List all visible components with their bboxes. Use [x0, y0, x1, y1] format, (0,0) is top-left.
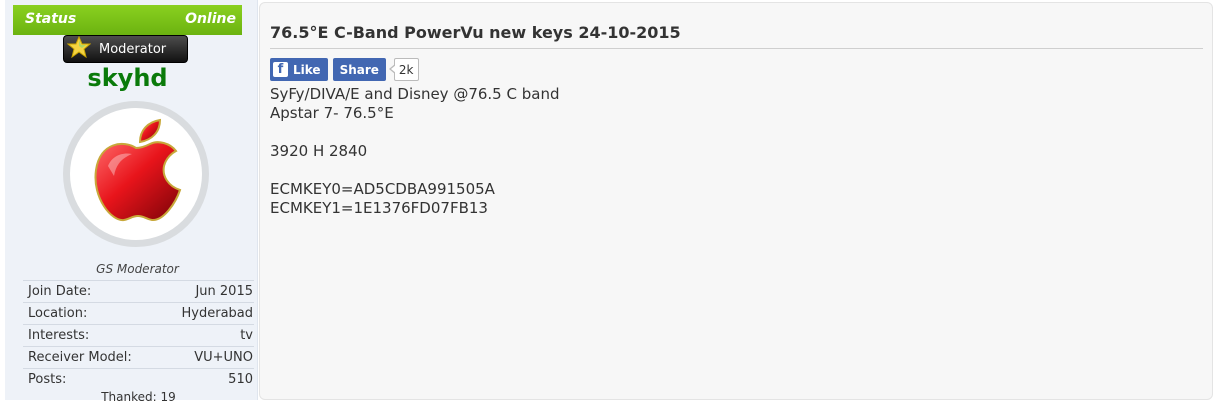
info-value: VU+UNO — [194, 350, 253, 365]
star-icon — [66, 35, 92, 62]
info-row-interests: Interests: tv — [23, 324, 254, 346]
facebook-icon: f — [273, 62, 288, 77]
post-line — [270, 161, 559, 180]
info-row-posts: Posts: 510 — [23, 368, 254, 390]
post-line: ECMKEY1=1E1376FD07FB13 — [270, 199, 488, 217]
status-bar: Status Online — [13, 5, 242, 35]
post-line: ECMKEY0=AD5CDBA991505A — [270, 180, 495, 198]
info-value: Jun 2015 — [195, 284, 253, 299]
post-line: SyFy/DIVA/E and Disney @76.5 C band — [270, 85, 560, 103]
info-label: Receiver Model: — [28, 350, 132, 365]
share-count: 2k — [398, 62, 414, 77]
user-info-list: Join Date: Jun 2015 Location: Hyderabad … — [23, 280, 254, 390]
info-row-receiver-model: Receiver Model: VU+UNO — [23, 346, 254, 368]
info-label: Join Date: — [28, 284, 92, 299]
avatar[interactable] — [62, 100, 210, 248]
info-value: tv — [240, 328, 253, 343]
rank-badge: Moderator — [63, 35, 188, 63]
post-line: 3920 H 2840 — [270, 142, 368, 160]
post-body: SyFy/DIVA/E and Disney @76.5 C band Apst… — [270, 85, 559, 218]
post-title: 76.5°E C-Band PowerVu new keys 24-10-201… — [270, 23, 1203, 49]
info-value: 510 — [228, 372, 253, 387]
status-value: Online — [185, 11, 236, 27]
info-row-join-date: Join Date: Jun 2015 — [23, 280, 254, 302]
rank-label: Moderator — [99, 41, 167, 57]
post-line — [270, 123, 559, 142]
info-label: Interests: — [28, 328, 90, 343]
user-title: GS Moderator — [96, 262, 179, 276]
info-row-location: Location: Hyderabad — [23, 302, 254, 324]
facebook-share-button[interactable]: Share — [332, 58, 386, 81]
info-label: Posts: — [28, 372, 67, 387]
thanked-count: Thanked: 19 — [101, 390, 176, 404]
info-value: Hyderabad — [181, 306, 254, 321]
username-link[interactable]: skyhd — [13, 64, 242, 92]
social-buttons: f Like Share 2k — [270, 58, 419, 81]
post-line: Apstar 7- 76.5°E — [270, 104, 394, 122]
like-label: Like — [293, 62, 321, 77]
info-label: Location: — [28, 306, 88, 321]
facebook-like-button[interactable]: f Like — [270, 58, 328, 81]
share-label: Share — [339, 62, 379, 77]
status-label: Status — [25, 11, 77, 27]
share-count-badge: 2k — [388, 58, 419, 81]
post-container: 76.5°E C-Band PowerVu new keys 24-10-201… — [259, 2, 1213, 400]
